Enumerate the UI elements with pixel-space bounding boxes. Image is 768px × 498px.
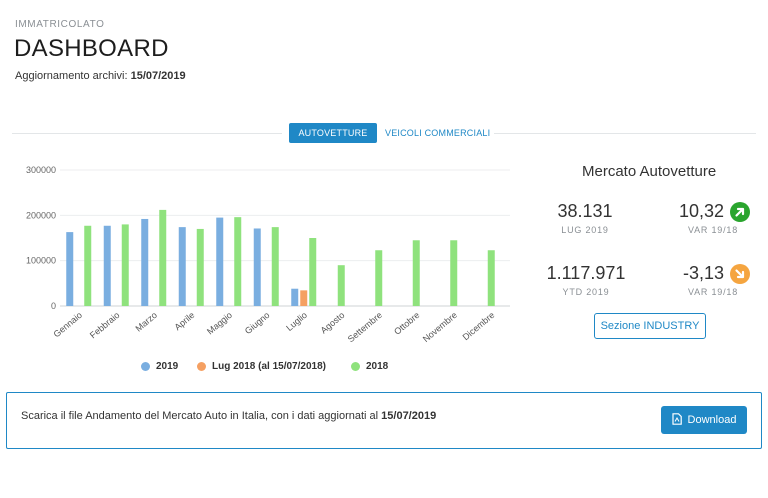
arrow-down-right-icon	[730, 263, 750, 284]
x-tick-label: Marzo	[133, 310, 159, 334]
arrow-up-right-icon	[730, 201, 750, 222]
y-tick-label: 200000	[26, 210, 56, 220]
download-banner-date: 15/07/2019	[381, 410, 437, 422]
x-tick-label: Aprile	[172, 310, 196, 332]
archive-update-info: Aggiornamento archivi: 15/07/2019	[15, 70, 186, 82]
y-tick-label: 100000	[26, 256, 56, 266]
kpi-month: 38.131 LUG 2019	[554, 201, 616, 235]
registrations-bar-chart: 0 100000 200000 300000 Gennaio Febbraio Marzo A…	[26, 165, 510, 344]
download-banner-text: Scarica il file Andamento del Mercato Au…	[21, 410, 436, 422]
kpi-month-variation-label: VAR 19/18	[687, 225, 739, 235]
x-tick-label: Gennaio	[52, 310, 84, 340]
x-tick-label: Novembre	[421, 310, 459, 344]
x-tick-label: Settembre	[346, 310, 384, 344]
tab-veicoli-commerciali[interactable]: VEICOLI COMMERCIALI	[385, 123, 490, 143]
legend-swatch-2018	[351, 362, 360, 371]
x-tick-label: Maggio	[205, 310, 234, 337]
x-tick-label: Ottobre	[392, 310, 421, 337]
y-tick-label: 0	[51, 301, 56, 311]
archive-update-date: 15/07/2019	[130, 70, 186, 82]
kpi-ytd-variation-value: -3,13	[682, 263, 724, 283]
bar-2019-marzo	[141, 218, 149, 306]
kpi-month-label: LUG 2019	[561, 225, 609, 235]
tab-divider-left	[12, 133, 282, 134]
file-pdf-icon	[671, 412, 682, 428]
bar-2018-marzo	[159, 209, 167, 306]
section-overline: IMMATRICOLATO	[15, 19, 105, 30]
bar-2019-aprile	[178, 227, 186, 306]
bar-2018-dicembre	[487, 250, 495, 306]
legend-item-2018[interactable]: 2018	[351, 361, 388, 372]
legend-item-2019[interactable]: 2019	[141, 361, 178, 372]
legend-label-2018: 2018	[366, 361, 389, 372]
bar-lug-luglio	[300, 290, 308, 306]
kpi-ytd-variation: -3,13 VAR 19/18	[676, 263, 750, 297]
page-title: DASHBOARD	[14, 35, 169, 62]
tab-divider-right	[494, 133, 756, 134]
legend-swatch-lug2018	[197, 362, 206, 371]
bar-2018-febbraio	[121, 224, 129, 306]
x-tick-label: Agosto	[319, 310, 347, 336]
legend-label-2019: 2019	[156, 361, 179, 372]
bar-2019-maggio	[216, 217, 224, 306]
bar-2018-novembre	[450, 240, 458, 306]
x-tick-label: Giugno	[243, 310, 272, 336]
chart-legend: 2019 Lug 2018 (al 15/07/2018) 2018	[0, 361, 540, 377]
kpi-month-variation: 10,32 VAR 19/18	[676, 201, 750, 235]
market-panel-title: Mercato Autovetture	[582, 163, 717, 180]
x-tick-label: Febbraio	[88, 310, 122, 340]
kpi-ytd-label: YTD 2019	[562, 287, 610, 297]
bar-2019-luglio	[291, 288, 299, 306]
legend-item-lug2018[interactable]: Lug 2018 (al 15/07/2018)	[197, 361, 326, 372]
bar-2018-maggio	[234, 217, 242, 306]
bar-2018-aprile	[196, 228, 204, 306]
bar-2018-gennaio	[84, 225, 92, 306]
kpi-month-value: 38.131	[557, 201, 613, 221]
bar-2018-luglio	[309, 238, 317, 306]
x-tick-label: Luglio	[284, 310, 309, 333]
legend-label-lug2018: Lug 2018 (al 15/07/2018)	[212, 361, 326, 372]
archive-update-label: Aggiornamento archivi:	[15, 70, 128, 82]
bar-2019-gennaio	[66, 232, 74, 306]
download-button-label: Download	[687, 414, 737, 426]
bar-2018-ottobre	[412, 240, 420, 306]
bar-2018-settembre	[375, 250, 383, 306]
kpi-ytd-value: 1.117.971	[546, 263, 626, 283]
x-tick-label: Dicembre	[461, 310, 497, 342]
kpi-ytd-variation-label: VAR 19/18	[687, 287, 739, 297]
kpi-ytd: 1.117.971 YTD 2019	[544, 263, 628, 297]
download-banner-message: Scarica il file Andamento del Mercato Au…	[21, 410, 379, 422]
bar-2018-agosto	[337, 265, 345, 306]
bar-2019-giugno	[253, 228, 261, 306]
legend-swatch-2019	[141, 362, 150, 371]
bar-2019-febbraio	[103, 225, 111, 306]
download-button[interactable]: Download	[661, 406, 747, 434]
y-tick-label: 300000	[26, 165, 56, 175]
industry-section-button[interactable]: Sezione INDUSTRY	[594, 313, 706, 339]
download-banner: Scarica il file Andamento del Mercato Au…	[6, 392, 762, 449]
tab-autovetture[interactable]: AUTOVETTURE	[289, 123, 377, 143]
bar-2018-giugno	[271, 227, 279, 306]
kpi-month-variation-value: 10,32	[678, 201, 724, 221]
